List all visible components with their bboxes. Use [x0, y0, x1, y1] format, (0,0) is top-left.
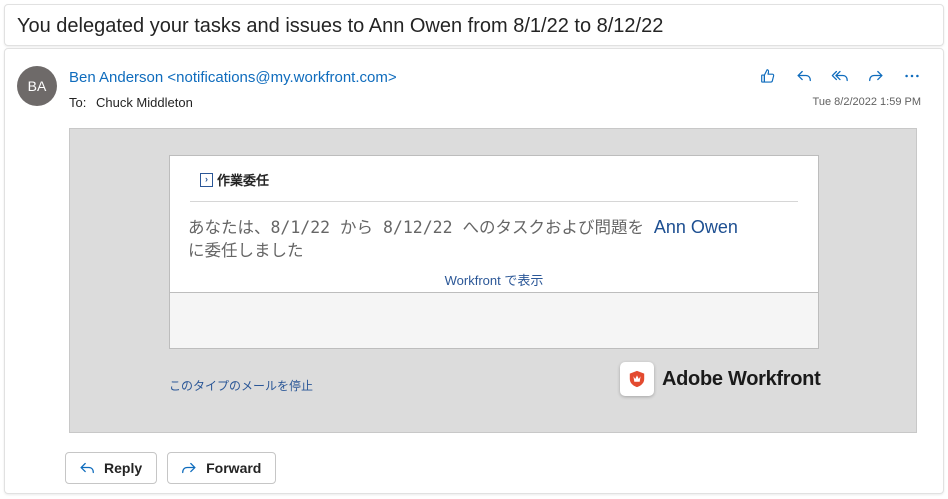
task-icon: ›	[200, 172, 213, 187]
forward-action-button[interactable]	[865, 65, 887, 87]
reply-icon	[797, 70, 811, 82]
avatar[interactable]: BA	[17, 66, 57, 106]
view-in-workfront-link[interactable]: Workfront で表示	[170, 270, 818, 289]
sender[interactable]: Ben Anderson <notifications@my.workfront…	[69, 69, 397, 86]
to-label: To:	[69, 95, 87, 110]
forward-button[interactable]: Forward	[167, 452, 277, 484]
recipient-name[interactable]: Chuck Middleton	[96, 95, 193, 110]
card-footer	[170, 292, 818, 348]
message-prefix: あなたは、8/1/22 から 8/12/22 へのタスクおよび問題を	[188, 218, 654, 237]
card-header: › 作業委任	[200, 170, 269, 189]
brand-name: Adobe Workfront	[662, 367, 821, 390]
reply-all-button[interactable]	[829, 65, 851, 87]
more-actions-button[interactable]	[901, 65, 923, 87]
email-subject: You delegated your tasks and issues to A…	[17, 15, 664, 37]
unsubscribe-link[interactable]: このタイプのメールを停止	[169, 377, 313, 394]
email-body: › 作業委任 あなたは、8/1/22 から 8/12/22 へのタスクおよび問題…	[69, 128, 917, 433]
like-icon	[761, 69, 775, 83]
workfront-logo-icon	[620, 362, 654, 396]
reply-all-icon	[831, 70, 848, 82]
message-actions	[757, 65, 923, 87]
reply-label: Reply	[104, 460, 143, 476]
brand: Adobe Workfront	[620, 362, 821, 396]
reply-action-button[interactable]	[793, 65, 815, 87]
shield-icon	[629, 370, 645, 388]
delegation-message: あなたは、8/1/22 から 8/12/22 へのタスクおよび問題を Ann O…	[188, 216, 788, 262]
timestamp: Tue 8/2/2022 1:59 PM	[812, 96, 921, 108]
message-suffix: に委任しました	[188, 241, 304, 260]
subject-bar: You delegated your tasks and issues to A…	[4, 4, 944, 46]
card-title: 作業委任	[217, 173, 270, 188]
reply-actions: Reply Forward	[65, 452, 277, 484]
message-card: BA Ben Anderson <notifications@my.workfr…	[4, 48, 944, 494]
forward-label: Forward	[206, 460, 262, 476]
more-icon	[905, 74, 919, 78]
reply-icon	[80, 462, 94, 474]
like-button[interactable]	[757, 65, 779, 87]
assignee-link[interactable]: Ann Owen	[654, 217, 738, 237]
reply-button[interactable]: Reply	[65, 452, 158, 484]
forward-icon	[869, 70, 883, 82]
recipient-line: To: Chuck Middleton	[69, 95, 193, 110]
forward-icon	[182, 462, 196, 474]
notification-card: › 作業委任 あなたは、8/1/22 から 8/12/22 へのタスクおよび問題…	[169, 155, 819, 349]
card-divider	[190, 201, 798, 202]
